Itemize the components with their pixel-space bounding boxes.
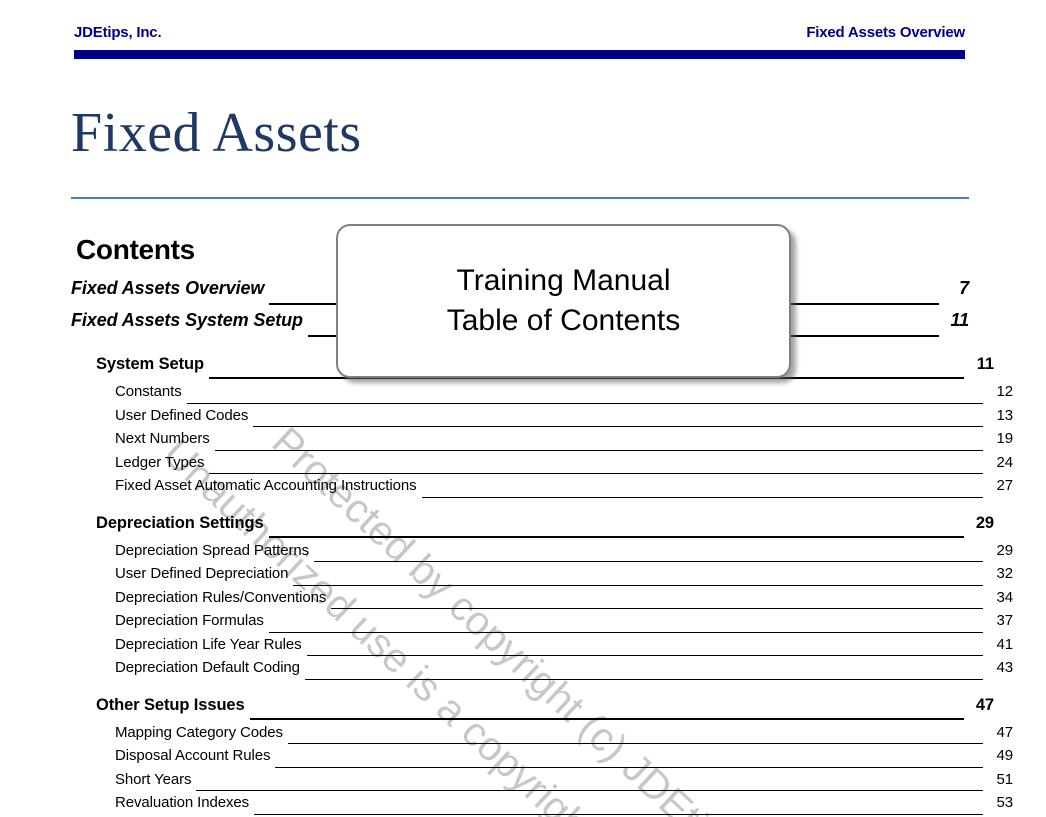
page-title: Fixed Assets	[71, 102, 362, 164]
toc-entry-page-number: 29	[996, 541, 1014, 559]
toc-group-spacer	[71, 683, 969, 696]
toc-entry-level-3[interactable]: User Defined Depreciation 32	[71, 565, 1013, 589]
toc-entry-level-3[interactable]: Revaluation Indexes 53	[71, 794, 1013, 817]
toc-entry-level-3[interactable]: Short Years 51	[71, 771, 1013, 795]
title-divider-rule	[71, 197, 969, 199]
toc-entry-page-number: 47	[996, 723, 1014, 741]
toc-entry-label: Depreciation Formulas	[115, 612, 264, 629]
toc-entry-level-3[interactable]: Depreciation Spread Patterns 29	[71, 542, 1013, 566]
toc-entry-label: Next Numbers	[115, 430, 210, 447]
toc-entry-page-number: 11	[950, 310, 970, 330]
toc-entry-page-number: 11	[976, 355, 994, 373]
toc-entry-label: Constants	[115, 383, 182, 400]
toc-entry-page-number: 27	[996, 477, 1014, 494]
callout-line-2: Table of Contents	[446, 304, 681, 337]
toc-entry-level-3[interactable]: Next Numbers 19	[71, 430, 1013, 454]
toc-entry-page-number: 37	[996, 612, 1014, 629]
toc-entry-label: Fixed Assets Overview	[71, 278, 265, 298]
toc-entry-label: Fixed Assets System Setup	[71, 310, 303, 330]
toc-entry-label: User Defined Codes	[115, 406, 249, 424]
toc-entry-level-2[interactable]: Other Setup Issues 47	[71, 696, 994, 724]
callout-box: Training Manual Table of Contents	[336, 224, 791, 378]
toc-entry-page-number: 34	[996, 588, 1014, 606]
toc-entry-label: Revaluation Indexes	[115, 794, 250, 811]
toc-entry-level-3[interactable]: Depreciation Life Year Rules 41	[71, 636, 1013, 660]
toc-entry-page-number: 49	[996, 747, 1014, 764]
toc-entry-label: Depreciation Settings	[96, 513, 264, 532]
toc-entry-page-number: 43	[996, 659, 1014, 676]
toc-entry-page-number: 47	[975, 695, 994, 714]
toc-entry-label: Depreciation Rules/Conventions	[115, 588, 327, 606]
toc-entry-level-3[interactable]: Mapping Category Codes 47	[71, 724, 1013, 748]
toc-entry-page-number: 19	[996, 430, 1014, 447]
toc-entry-level-3[interactable]: Depreciation Formulas 37	[71, 612, 1013, 636]
contents-heading: Contents	[76, 234, 195, 265]
toc-entry-label: Other Setup Issues	[96, 695, 245, 714]
toc-entry-label: Ledger Types	[115, 453, 205, 471]
toc-entry-label: Depreciation Spread Patterns	[115, 541, 309, 559]
toc-entry-page-number: 29	[975, 513, 994, 532]
toc-entry-level-3[interactable]: Constants 12	[71, 383, 1013, 407]
header-document-name: Fixed Assets Overview	[806, 24, 965, 41]
toc-entry-page-number: 53	[996, 794, 1014, 811]
toc-entry-level-3[interactable]: Depreciation Rules/Conventions 34	[71, 589, 1013, 613]
toc-entry-level-3[interactable]: Ledger Types 24	[71, 454, 1013, 478]
toc-entry-page-number: 13	[996, 406, 1014, 424]
toc-entry-label: Depreciation Life Year Rules	[115, 635, 302, 653]
toc-entry-page-number: 24	[996, 453, 1014, 471]
toc-entry-page-number: 7	[959, 278, 969, 298]
toc-entry-label: Mapping Category Codes	[115, 723, 283, 741]
toc-entry-level-3[interactable]: Fixed Asset Automatic Accounting Instruc…	[71, 477, 1013, 501]
header-company-name: JDEtips, Inc.	[74, 24, 162, 41]
document-page: JDEtips, Inc. Fixed Assets Overview Fixe…	[0, 0, 1046, 817]
toc-entry-label: Disposal Account Rules	[115, 747, 271, 764]
toc-entry-page-number: 32	[996, 565, 1014, 582]
toc-entry-label: Fixed Asset Automatic Accounting Instruc…	[115, 477, 417, 494]
toc-entry-page-number: 41	[996, 635, 1014, 653]
header-divider-bar	[74, 50, 965, 59]
toc-entry-label: User Defined Depreciation	[115, 565, 289, 582]
toc-entry-label: System Setup	[96, 355, 204, 373]
toc-entry-level-3[interactable]: Disposal Account Rules 49	[71, 747, 1013, 771]
toc-entry-page-number: 51	[996, 770, 1014, 788]
toc-entry-level-3[interactable]: Depreciation Default Coding 43	[71, 659, 1013, 683]
toc-entry-label: Short Years	[115, 770, 192, 788]
toc-entry-level-2[interactable]: Depreciation Settings 29	[71, 514, 994, 542]
toc-entry-label: Depreciation Default Coding	[115, 659, 300, 676]
toc-entry-level-3[interactable]: User Defined Codes 13	[71, 407, 1013, 431]
callout-line-1: Training Manual	[456, 264, 671, 297]
toc-group-spacer	[71, 501, 969, 514]
toc-entry-page-number: 12	[996, 383, 1014, 400]
running-header: JDEtips, Inc. Fixed Assets Overview	[74, 24, 965, 46]
